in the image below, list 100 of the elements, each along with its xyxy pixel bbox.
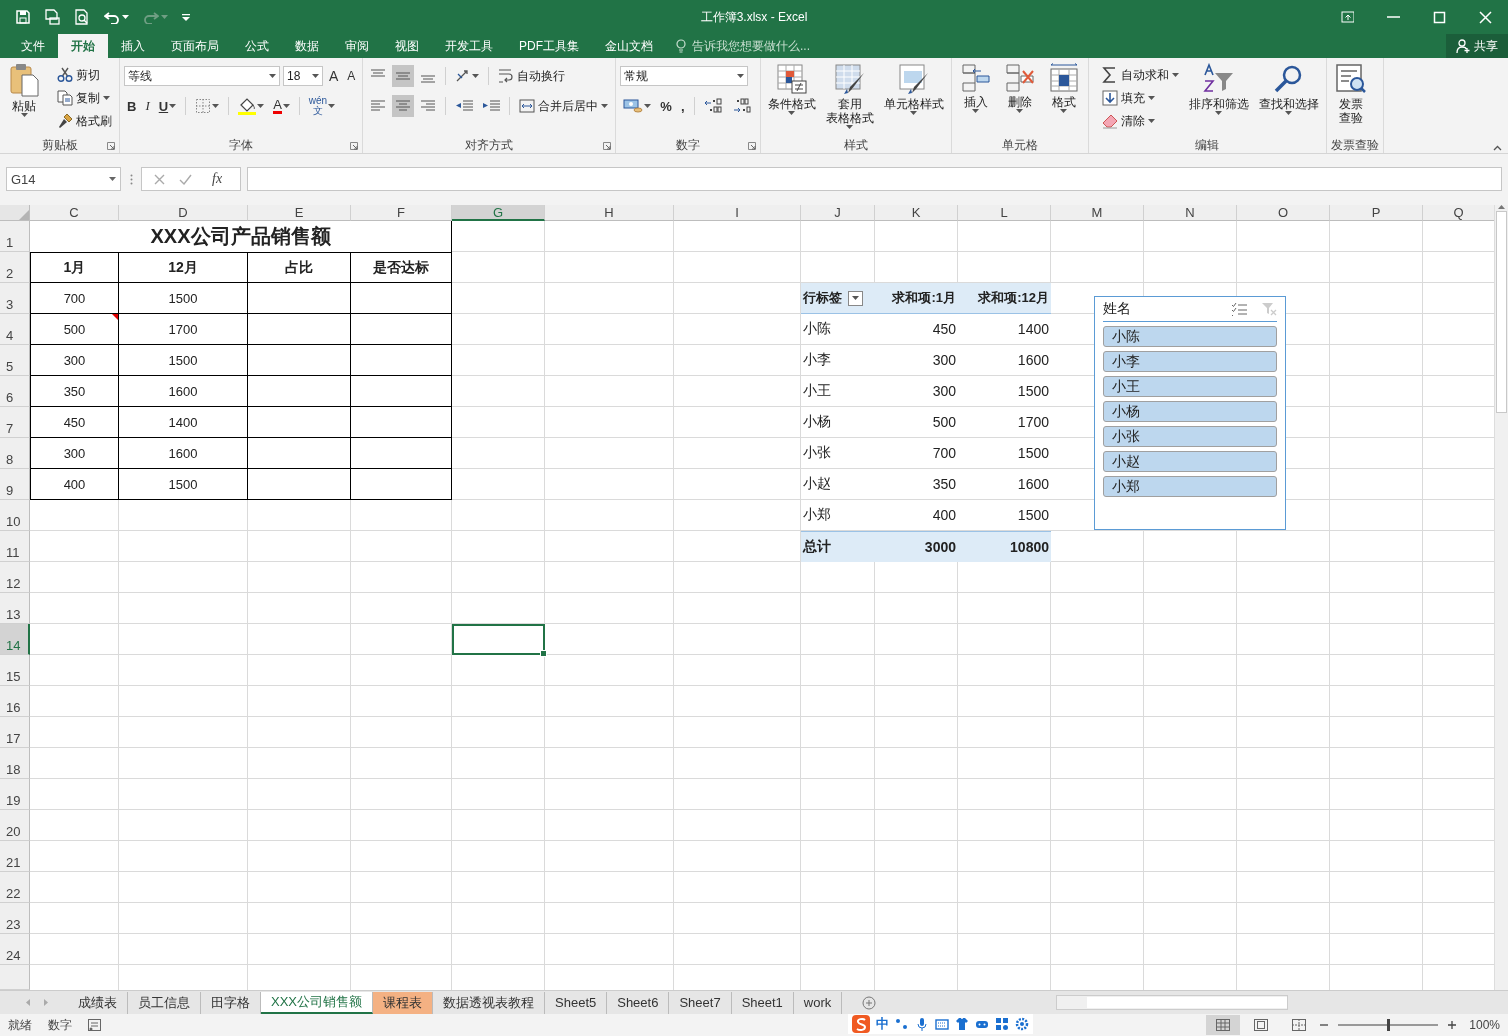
name-box[interactable]: G14 xyxy=(6,167,121,191)
row-header[interactable]: 13 xyxy=(0,593,30,624)
sheet-tab[interactable]: work xyxy=(793,991,843,1014)
row-header[interactable]: 2 xyxy=(0,252,30,283)
row-header[interactable]: 9 xyxy=(0,469,30,500)
phonetic-button[interactable]: wén 文 xyxy=(305,95,339,117)
ribbon-button[interactable]: 粘贴 xyxy=(4,61,44,137)
column-header[interactable]: E xyxy=(248,205,351,221)
ribbon-button[interactable]: 清除 xyxy=(1098,110,1182,132)
checkmark-icon[interactable] xyxy=(179,173,192,185)
row-header[interactable]: 23 xyxy=(0,903,30,934)
ribbon-tab[interactable]: 开发工具 xyxy=(432,34,506,58)
ribbon-button[interactable]: 格式 xyxy=(1043,61,1084,137)
underline-button[interactable]: U xyxy=(155,95,180,117)
sheet-tab[interactable]: XXX公司销售额 xyxy=(261,991,373,1014)
slicer-item[interactable]: 小杨 xyxy=(1103,401,1277,422)
row-header[interactable]: 22 xyxy=(0,872,30,903)
zoom-slider-thumb[interactable] xyxy=(1386,1019,1390,1031)
ribbon-button[interactable]: 查找和选择 xyxy=(1255,61,1322,137)
ribbon-button[interactable]: 自动换行 xyxy=(495,65,569,87)
collapse-ribbon-icon[interactable] xyxy=(1493,145,1502,151)
filter-dropdown-button[interactable] xyxy=(848,290,863,306)
row-header[interactable]: 20 xyxy=(0,810,30,841)
multi-select-icon[interactable] xyxy=(1231,302,1247,316)
ribbon-tab[interactable]: 开始 xyxy=(58,34,108,58)
sheet-tab[interactable]: 成绩表 xyxy=(68,991,128,1014)
ribbon-tab[interactable]: 插入 xyxy=(108,34,158,58)
slicer-item[interactable]: 小王 xyxy=(1103,376,1277,397)
row-header[interactable]: 18 xyxy=(0,748,30,779)
ribbon-button[interactable]: 发票 查验 xyxy=(1330,61,1371,137)
column-header[interactable]: K xyxy=(875,205,958,221)
column-header[interactable]: F xyxy=(351,205,452,221)
ribbon-tab[interactable]: PDF工具集 xyxy=(506,34,592,58)
tell-me-field[interactable]: 告诉我您想要做什么... xyxy=(690,38,854,54)
sheet-tab[interactable]: 课程表 xyxy=(373,991,433,1014)
row-header[interactable]: 12 xyxy=(0,562,30,593)
ribbon-button[interactable]: 删除 xyxy=(999,61,1040,137)
format-button[interactable]: , xyxy=(677,95,688,117)
sheet-tab[interactable]: Sheet5 xyxy=(545,991,608,1014)
font-size-dropdown[interactable]: 18 xyxy=(283,66,323,86)
column-header[interactable]: N xyxy=(1144,205,1237,221)
formula-input-field[interactable] xyxy=(247,167,1502,191)
slicer-item[interactable]: 小李 xyxy=(1103,351,1277,372)
ribbon-button[interactable]: 套用 表格格式 xyxy=(822,61,877,137)
normal-view-button[interactable] xyxy=(1206,1015,1240,1035)
ribbon-button[interactable]: 排序和筛选 xyxy=(1185,61,1252,137)
cancel-icon[interactable] xyxy=(154,173,165,185)
column-header[interactable]: I xyxy=(674,205,801,221)
ribbon-button[interactable]: 填充 xyxy=(1098,87,1182,109)
macro-record-icon[interactable] xyxy=(88,1019,101,1031)
column-header[interactable]: G xyxy=(452,205,545,221)
sheet-tab[interactable]: 数据透视表教程 xyxy=(433,991,545,1014)
column-header[interactable]: D xyxy=(119,205,248,221)
ribbon-tab[interactable]: 审阅 xyxy=(332,34,382,58)
slicer-item[interactable]: 小张 xyxy=(1103,426,1277,447)
input-mode-label[interactable]: 中 xyxy=(876,1015,889,1033)
row-header[interactable]: 6 xyxy=(0,376,30,407)
row-header[interactable]: 1 xyxy=(0,221,30,252)
column-header[interactable]: J xyxy=(801,205,875,221)
ribbon-button[interactable]: 条件格式 xyxy=(764,61,819,137)
grid-icon[interactable] xyxy=(995,1017,1009,1031)
ribbon-tab[interactable]: 金山文档 xyxy=(592,34,666,58)
ribbon-button[interactable]: 自动求和 xyxy=(1098,64,1182,86)
row-header[interactable]: 4 xyxy=(0,314,30,345)
column-header[interactable]: H xyxy=(545,205,674,221)
sheet-tab[interactable]: Sheet1 xyxy=(731,991,794,1014)
ribbon-button[interactable]: 插入 xyxy=(955,61,996,137)
sheet-tab[interactable]: 员工信息 xyxy=(128,991,201,1014)
increase-font-button[interactable]: A xyxy=(326,65,342,87)
font-color-button[interactable]: A xyxy=(270,95,293,117)
sheet-tab[interactable]: Sheet6 xyxy=(607,991,670,1014)
slicer-item[interactable]: 小陈 xyxy=(1103,326,1277,347)
ribbon-button[interactable]: 单元格样式 xyxy=(880,61,947,137)
ribbon-button[interactable]: 复制 xyxy=(54,87,115,109)
ribbon-tab[interactable]: 数据 xyxy=(282,34,332,58)
row-header[interactable]: 15 xyxy=(0,655,30,686)
row-header[interactable]: 14 xyxy=(0,624,30,655)
zoom-level[interactable]: 100% xyxy=(1460,1018,1500,1032)
italic-button[interactable]: I xyxy=(142,95,153,117)
decrease-font-button[interactable]: A xyxy=(344,65,359,87)
shirt-icon[interactable] xyxy=(955,1017,969,1031)
column-header[interactable]: P xyxy=(1330,205,1423,221)
settings-icon[interactable] xyxy=(1015,1017,1029,1031)
selected-cell[interactable] xyxy=(452,624,545,655)
row-header[interactable]: 11 xyxy=(0,531,30,562)
column-header[interactable]: O xyxy=(1237,205,1330,221)
ribbon-button[interactable]: 剪切 xyxy=(54,64,115,86)
zoom-out-icon[interactable] xyxy=(1320,1021,1328,1029)
punctuation-icon[interactable] xyxy=(895,1017,909,1031)
ime-logo-icon[interactable] xyxy=(852,1015,870,1033)
row-header[interactable]: 3 xyxy=(0,283,30,314)
row-header[interactable]: 10 xyxy=(0,500,30,531)
vertical-scrollbar[interactable] xyxy=(1494,205,1508,990)
ribbon-tab[interactable]: 页面布局 xyxy=(158,34,232,58)
keyboard-icon[interactable] xyxy=(935,1017,949,1031)
bold-button[interactable]: B xyxy=(124,95,140,117)
slicer-item[interactable]: 小郑 xyxy=(1103,476,1277,497)
zoom-in-icon[interactable] xyxy=(1448,1021,1456,1029)
ribbon-button[interactable]: 格式刷 xyxy=(54,110,115,132)
microphone-icon[interactable] xyxy=(915,1017,929,1031)
